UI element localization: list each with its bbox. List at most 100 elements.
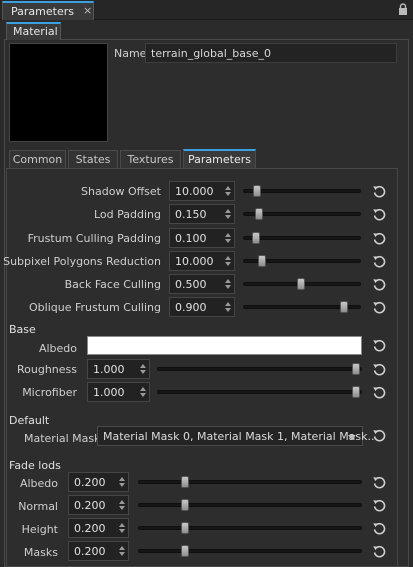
reset-icon[interactable] (372, 475, 386, 489)
panel-tab-parameters[interactable]: Parameters × (2, 1, 94, 20)
fade-slider-thumb[interactable] (181, 499, 189, 511)
reset-icon[interactable] (372, 544, 386, 558)
param-slider-thumb[interactable] (340, 301, 348, 313)
chevron-down-icon[interactable] (119, 552, 125, 556)
fade-slider-thumb[interactable] (181, 476, 189, 488)
tab-material[interactable]: Material (6, 22, 61, 40)
chevron-up-icon[interactable] (225, 279, 231, 283)
reset-icon[interactable] (372, 300, 386, 314)
base-slider-thumb[interactable] (352, 386, 360, 398)
fade-slider-track[interactable] (138, 480, 362, 484)
spin-value: 0.100 (175, 232, 207, 245)
spin-value: 0.200 (74, 545, 106, 558)
chevron-down-icon[interactable] (119, 483, 125, 487)
param-spinbox[interactable]: 0.100 (169, 228, 235, 248)
param-slider-thumb[interactable] (253, 185, 261, 197)
chevron-down-icon[interactable] (119, 506, 125, 510)
reset-icon[interactable] (372, 254, 386, 268)
base-slider-thumb[interactable] (352, 363, 360, 375)
base-spinbox[interactable]: 1.000 (87, 359, 150, 379)
param-slider-thumb[interactable] (297, 278, 305, 290)
fade-spinbox[interactable]: 0.200 (68, 495, 129, 515)
lock-icon[interactable] (398, 3, 408, 16)
chevron-down-icon[interactable] (140, 370, 146, 374)
reset-icon[interactable] (372, 428, 386, 442)
spin-value: 10.000 (175, 185, 214, 198)
chevron-up-icon[interactable] (225, 302, 231, 306)
spin-value: 1.000 (93, 363, 125, 376)
tab-parameters[interactable]: Parameters (183, 149, 256, 168)
chevron-down-icon[interactable] (225, 215, 231, 219)
chevron-up-icon[interactable] (119, 500, 125, 504)
reset-icon[interactable] (372, 184, 386, 198)
param-spinbox[interactable]: 10.000 (169, 181, 235, 201)
spin-value: 0.150 (175, 208, 207, 221)
reset-icon[interactable] (372, 207, 386, 221)
param-slider-thumb[interactable] (258, 255, 266, 267)
fade-param-label: Masks (23, 546, 58, 559)
reset-icon[interactable] (372, 498, 386, 512)
chevron-down-icon[interactable] (348, 435, 356, 440)
reset-icon[interactable] (372, 338, 386, 352)
param-spinbox[interactable]: 10.000 (169, 251, 235, 271)
material-preview (9, 43, 108, 142)
chevron-up-icon[interactable] (119, 546, 125, 550)
chevron-up-icon[interactable] (225, 233, 231, 237)
tab-states[interactable]: States (68, 150, 118, 168)
chevron-up-icon[interactable] (225, 186, 231, 190)
chevron-up-icon[interactable] (140, 364, 146, 368)
base-spinbox[interactable]: 1.000 (87, 382, 150, 402)
chevron-down-icon[interactable] (140, 393, 146, 397)
chevron-down-icon[interactable] (225, 239, 231, 243)
chevron-down-icon[interactable] (119, 529, 125, 533)
name-label: Name (114, 47, 147, 60)
close-icon[interactable]: × (83, 4, 92, 17)
reset-icon[interactable] (372, 521, 386, 535)
material-mask-select[interactable]: Material Mask 0, Material Mask 1, Materi… (97, 426, 378, 446)
base-param-label: Microfiber (22, 386, 77, 399)
fade-slider-thumb[interactable] (181, 522, 189, 534)
reset-icon[interactable] (372, 277, 386, 291)
chevron-down-icon[interactable] (225, 192, 231, 196)
albedo-color-swatch[interactable] (87, 336, 362, 355)
chevron-down-icon[interactable] (225, 262, 231, 266)
param-slider-thumb[interactable] (255, 208, 263, 220)
spin-value: 10.000 (175, 255, 214, 268)
spin-value: 0.200 (74, 499, 106, 512)
chevron-up-icon[interactable] (225, 209, 231, 213)
fade-spinbox[interactable]: 0.200 (68, 541, 129, 561)
fade-slider-thumb[interactable] (181, 545, 189, 557)
fade-spinbox[interactable]: 0.200 (68, 518, 129, 538)
name-value: terrain_global_base_0 (151, 47, 271, 60)
chevron-down-icon[interactable] (225, 285, 231, 289)
tab-textures[interactable]: Textures (120, 150, 181, 168)
param-spinbox[interactable]: 0.900 (169, 297, 235, 317)
base-slider-track[interactable] (157, 390, 362, 394)
fade-spinbox[interactable]: 0.200 (68, 472, 129, 492)
param-slider-track[interactable] (243, 236, 361, 240)
fade-param-label: Normal (18, 500, 58, 513)
albedo-label: Albedo (38, 342, 77, 355)
param-label: Frustum Culling Padding (27, 232, 161, 245)
chevron-down-icon[interactable] (225, 308, 231, 312)
param-spinbox[interactable]: 0.500 (169, 274, 235, 294)
reset-icon[interactable] (372, 385, 386, 399)
chevron-up-icon[interactable] (119, 523, 125, 527)
param-spinbox[interactable]: 0.150 (169, 204, 235, 224)
base-slider-track[interactable] (157, 367, 362, 371)
param-slider-thumb[interactable] (252, 232, 260, 244)
section-title-fade-lods: Fade lods (9, 459, 61, 472)
param-label: Shadow Offset (81, 185, 161, 198)
reset-icon[interactable] (372, 231, 386, 245)
tab-common[interactable]: Common (9, 150, 66, 168)
chevron-up-icon[interactable] (140, 387, 146, 391)
fade-slider-track[interactable] (138, 503, 362, 507)
chevron-up-icon[interactable] (225, 256, 231, 260)
fade-slider-track[interactable] (138, 526, 362, 530)
reset-icon[interactable] (372, 362, 386, 376)
chevron-up-icon[interactable] (119, 477, 125, 481)
panel-tab-title: Parameters (11, 5, 74, 18)
fade-slider-track[interactable] (138, 549, 362, 553)
name-field[interactable]: terrain_global_base_0 (145, 43, 397, 63)
param-label: Lod Padding (94, 208, 161, 221)
